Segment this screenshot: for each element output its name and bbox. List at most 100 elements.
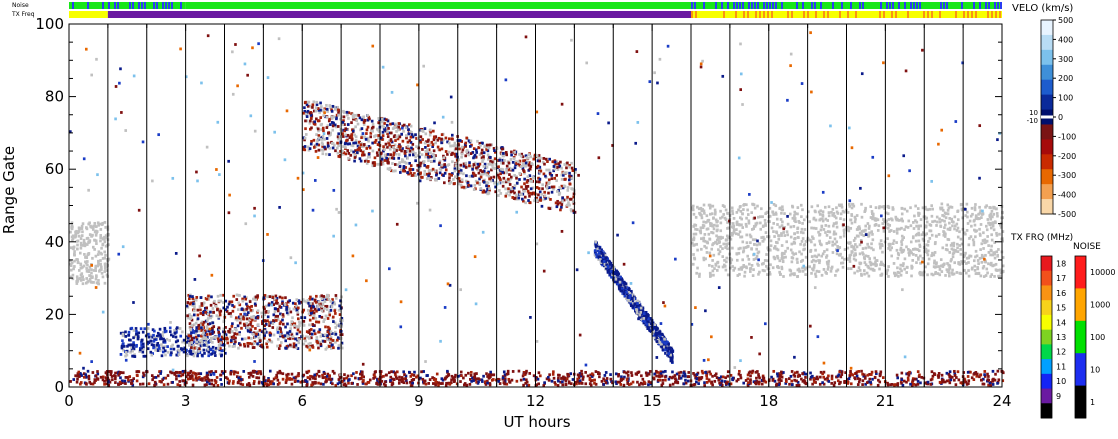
- data-cell: [336, 105, 340, 109]
- data-cell: [285, 373, 288, 377]
- data-cell: [331, 104, 335, 108]
- data-cell: [974, 229, 977, 233]
- data-cell: [331, 142, 334, 145]
- data-cell: [708, 263, 711, 267]
- data-cell: [459, 163, 463, 167]
- data-cell: [127, 333, 131, 337]
- data-cell: [368, 146, 372, 150]
- data-cell: [334, 149, 337, 153]
- data-cell: [986, 218, 990, 221]
- data-cell: [336, 141, 339, 145]
- data-cell: [381, 134, 385, 138]
- data-cell: [210, 352, 214, 356]
- data-cell: [368, 378, 372, 382]
- data-cell: [502, 152, 505, 155]
- data-cell: [798, 221, 801, 224]
- data-cell: [428, 155, 432, 159]
- data-cell: [214, 304, 218, 308]
- data-cell: [367, 160, 370, 163]
- data-cell: [249, 328, 253, 332]
- txfreq-bar-tick: [847, 11, 849, 18]
- data-cell: [315, 100, 319, 104]
- data-cell: [177, 353, 181, 356]
- data-cell: [928, 207, 932, 211]
- data-cell: [99, 234, 103, 237]
- noise-bar-tick: [763, 2, 765, 9]
- data-cell: [79, 263, 83, 267]
- data-cell: [165, 337, 169, 341]
- data-cell: [376, 143, 380, 147]
- data-cell: [475, 148, 478, 152]
- data-cell: [626, 374, 630, 377]
- data-cell: [911, 259, 915, 262]
- data-cell: [701, 224, 705, 227]
- data-cell: [977, 262, 980, 266]
- txfreq-bar-tick: [759, 11, 761, 18]
- data-cell: [747, 219, 751, 223]
- data-cell: [783, 234, 787, 237]
- data-cell: [598, 375, 601, 379]
- data-cell: [943, 226, 946, 230]
- data-cell: [468, 382, 472, 386]
- data-cell: [166, 374, 170, 377]
- data-cell: [80, 234, 84, 238]
- data-cell: [913, 214, 916, 218]
- noise-bar-tick: [138, 2, 140, 9]
- data-cell: [821, 210, 825, 214]
- data-cell: [429, 151, 432, 155]
- data-cell: [444, 168, 448, 172]
- data-cell: [725, 234, 729, 238]
- data-cell: [268, 295, 272, 299]
- data-cell: [314, 316, 318, 320]
- data-cell: [910, 264, 913, 268]
- data-cell: [790, 260, 794, 264]
- data-cell: [849, 253, 853, 257]
- data-cell: [547, 178, 551, 182]
- data-cell: [742, 265, 746, 269]
- data-cell: [202, 343, 206, 347]
- data-cell: [382, 125, 386, 129]
- data-cell: [85, 243, 89, 246]
- data-cell: [812, 217, 816, 221]
- data-cell: [352, 129, 355, 133]
- data-cell: [895, 218, 899, 222]
- data-cell: [746, 254, 749, 258]
- txfreq-bar-tick: [999, 11, 1001, 18]
- data-cell: [322, 129, 325, 133]
- data-cell: [917, 256, 920, 260]
- data-cell: [864, 224, 867, 228]
- data-cell: [753, 206, 757, 210]
- data-cell: [304, 339, 307, 343]
- data-cell: [751, 369, 755, 373]
- data-cell: [196, 308, 200, 312]
- data-cell: [332, 121, 335, 125]
- data-cell: [189, 352, 192, 356]
- data-cell: [732, 268, 735, 272]
- data-cell: [446, 163, 450, 167]
- data-cell: [780, 265, 784, 269]
- data-cell: [525, 180, 529, 184]
- data-cell: [937, 233, 941, 236]
- data-cell: [890, 246, 893, 250]
- data-cell: [173, 329, 176, 332]
- data-cell: [967, 274, 971, 278]
- data-cell: [875, 217, 878, 221]
- data-cell: [84, 261, 88, 265]
- data-cell: [749, 267, 753, 270]
- noise-bar-tick: [802, 2, 804, 9]
- data-cell: [993, 256, 997, 260]
- data-cell: [798, 269, 802, 273]
- data-cell: [217, 330, 221, 334]
- data-cell: [440, 377, 444, 381]
- data-cell: [965, 228, 969, 232]
- data-cell: [397, 153, 401, 156]
- data-cell: [974, 235, 977, 239]
- data-cell: [951, 252, 955, 256]
- data-cell: [566, 161, 569, 165]
- data-cell: [953, 224, 957, 228]
- data-cell: [745, 216, 748, 220]
- data-cell: [700, 216, 704, 220]
- txfreq-bar-tick: [735, 11, 737, 18]
- data-cell: [526, 156, 530, 160]
- data-cell: [795, 257, 799, 261]
